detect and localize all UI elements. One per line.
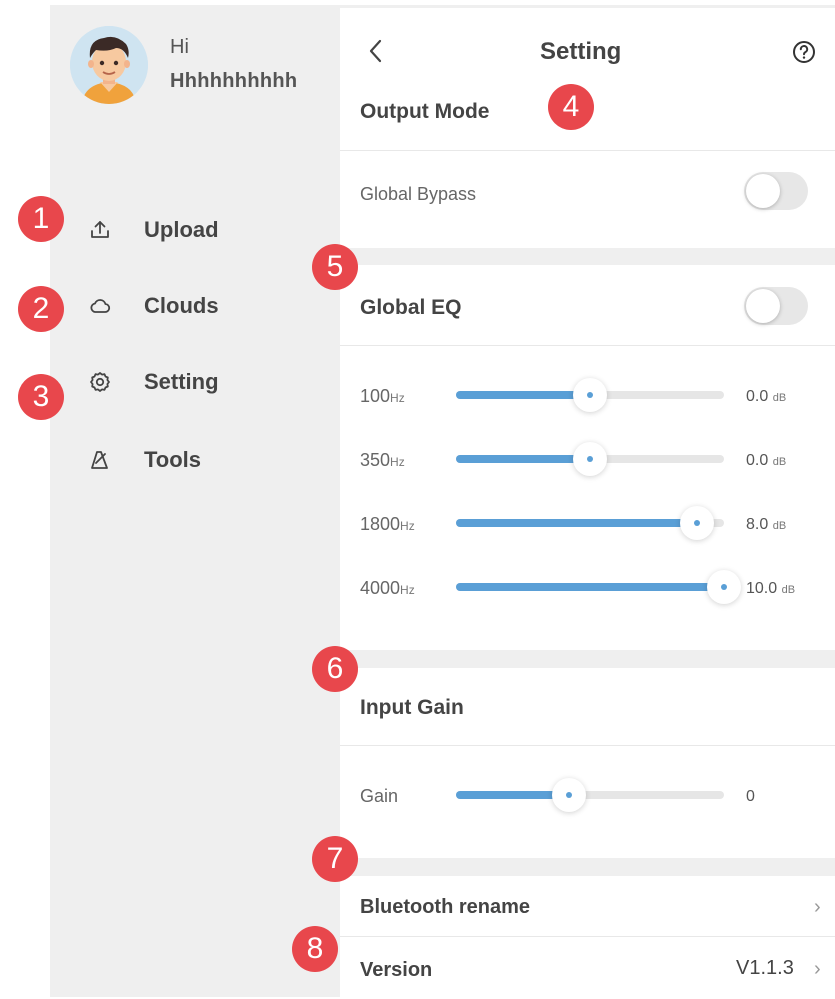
page-title: Setting [540, 38, 622, 65]
chevron-right-icon: › [814, 896, 821, 918]
input-gain-title: Input Gain [360, 696, 464, 719]
sidebar-item-label: Upload [144, 217, 219, 242]
annotation-marker-3: 3 [18, 374, 64, 420]
version-label: Version [360, 959, 433, 981]
chevron-right-icon: › [814, 958, 821, 980]
eq-slider-350hz[interactable] [456, 442, 724, 476]
toggle-knob [746, 174, 780, 208]
annotation-marker-1: 1 [18, 196, 64, 242]
upload-icon [86, 216, 114, 244]
avatar-illustration [70, 26, 148, 104]
gain-label: Gain [360, 786, 399, 806]
bluetooth-rename-label: Bluetooth rename [360, 896, 531, 918]
annotation-marker-8: 8 [292, 926, 338, 972]
sidebar-item-clouds[interactable]: Clouds [86, 286, 326, 326]
global-eq-title: Global EQ [360, 296, 462, 319]
slider-fill [456, 455, 590, 463]
sidebar-item-setting[interactable]: Setting [86, 362, 326, 402]
gain-value: 0 [746, 788, 755, 805]
divider [340, 150, 835, 151]
output-mode-title: Output Mode [360, 100, 490, 123]
avatar[interactable] [70, 26, 148, 104]
eq-band-label: 350Hz [360, 450, 405, 470]
slider-thumb[interactable] [707, 570, 741, 604]
slider-fill [456, 519, 698, 527]
annotation-marker-7: 7 [312, 836, 358, 882]
eq-band-value: 10.0 dB [746, 580, 796, 597]
divider [340, 345, 835, 346]
greeting-text: Hi [170, 36, 189, 58]
slider-thumb[interactable] [573, 442, 607, 476]
toggle-knob [746, 289, 780, 323]
eq-slider-100hz[interactable] [456, 378, 724, 412]
gain-slider[interactable] [456, 778, 724, 812]
eq-band-value: 0.0 dB [746, 388, 787, 405]
back-button[interactable] [362, 34, 390, 68]
slider-fill [456, 583, 724, 591]
slider-thumb[interactable] [573, 378, 607, 412]
help-icon [793, 41, 815, 63]
gear-icon [86, 368, 114, 396]
eq-band-label: 4000Hz [360, 578, 415, 598]
cloud-icon [86, 292, 114, 320]
annotation-marker-6: 6 [312, 646, 358, 692]
sidebar-item-label: Tools [144, 447, 202, 472]
sidebar-item-label: Clouds [144, 293, 219, 318]
eq-band-value: 0.0 dB [746, 452, 787, 469]
eq-slider-4000hz[interactable] [456, 570, 741, 604]
sidebar-item-upload[interactable]: Upload [86, 210, 326, 250]
help-button[interactable] [790, 38, 818, 66]
global-bypass-label: Global Bypass [360, 184, 477, 204]
chevron-left-icon [369, 39, 382, 63]
annotation-marker-2: 2 [18, 286, 64, 332]
eq-slider-1800hz[interactable] [456, 506, 724, 540]
sidebar-item-label: Setting [144, 369, 219, 394]
global-eq-toggle[interactable] [744, 287, 808, 325]
slider-thumb[interactable] [551, 778, 586, 812]
annotation-marker-5: 5 [312, 244, 358, 290]
version-value: V1.1.3 [736, 957, 794, 979]
sidebar-item-tools[interactable]: Tools [86, 440, 326, 480]
header-card [340, 8, 835, 150]
slider-thumb[interactable] [680, 506, 715, 540]
slider-fill [456, 391, 590, 399]
metronome-icon [86, 446, 114, 474]
global-bypass-toggle[interactable] [744, 172, 808, 210]
username-text: Hhhhhhhhhh [170, 70, 298, 92]
eq-band-label: 100Hz [360, 386, 405, 406]
annotation-marker-4: 4 [548, 84, 594, 130]
divider [340, 745, 835, 746]
eq-band-value: 8.0 dB [746, 516, 787, 533]
eq-band-label: 1800Hz [360, 514, 415, 534]
